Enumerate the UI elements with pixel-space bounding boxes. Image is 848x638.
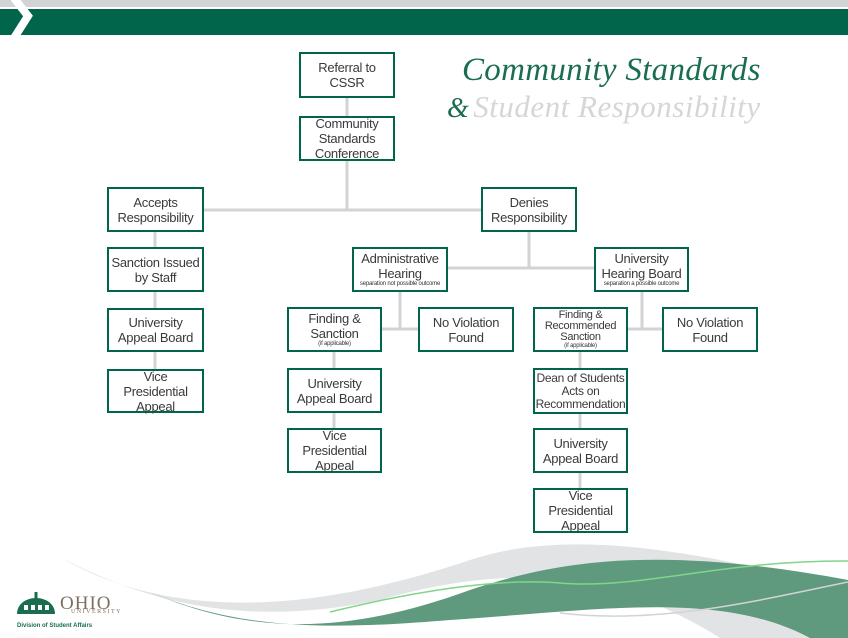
node-label: Referral to CSSR xyxy=(318,60,376,90)
node-finding-recommended-sanction: Finding & Recommended Sanction (if applic… xyxy=(533,307,628,352)
node-vp-appeal-accepts: Vice Presidential Appeal xyxy=(107,368,204,414)
node-vp-appeal-admin: Vice Presidential Appeal xyxy=(287,428,382,473)
node-label: University Appeal Board xyxy=(296,375,373,406)
node-note: separation not possible outcome xyxy=(359,281,441,287)
node-university-hearing-board: University Hearing Board separation a pos… xyxy=(594,247,689,292)
node-note: (if applicable) xyxy=(318,341,351,347)
node-denies-responsibility: Denies Responsibility xyxy=(481,187,577,232)
node-label: Accepts Responsibility xyxy=(117,194,194,225)
node-label: Administrative Hearing xyxy=(361,251,439,281)
node-label: Dean of Students Acts on Recommendation xyxy=(535,370,626,411)
node-label: Denies Responsibility xyxy=(490,194,567,225)
node-administrative-hearing: Administrative Hearing separation not pos… xyxy=(352,247,448,292)
node-referral-to-cssr: Referral to CSSR xyxy=(299,52,395,98)
node-label: University Hearing Board xyxy=(601,251,682,281)
node-dean-of-students: Dean of Students Acts on Recommendation xyxy=(533,368,628,414)
node-university-appeal-board-board: University Appeal Board xyxy=(533,428,628,473)
node-vp-appeal-board: Vice Presidential Appeal xyxy=(533,488,628,533)
node-no-violation-admin: No Violation Found xyxy=(418,307,514,352)
node-label: Vice Presidential Appeal xyxy=(302,428,367,473)
node-sanction-issued-by-staff: Sanction Issued by Staff xyxy=(107,247,204,292)
node-label: No Violation Found xyxy=(432,314,500,345)
node-university-appeal-board-admin: University Appeal Board xyxy=(287,368,382,413)
node-accepts-responsibility: Accepts Responsibility xyxy=(107,187,204,232)
ohio-university-logo-icon xyxy=(17,592,55,614)
node-label: Vice Presidential Appeal xyxy=(548,488,613,533)
node-note: separation a possible outcome xyxy=(603,281,680,287)
division-label: Division of Student Affairs xyxy=(17,623,93,629)
node-label: University Appeal Board xyxy=(542,435,619,466)
node-no-violation-board: No Violation Found xyxy=(662,307,758,352)
node-community-standards-conference: Community Standards Conference xyxy=(299,116,395,161)
node-note: (if applicable) xyxy=(564,342,597,349)
node-label: Finding & Recommended Sanction xyxy=(544,308,617,343)
node-label: No Violation Found xyxy=(676,314,744,345)
node-label: Sanction Issued by Staff xyxy=(111,254,200,285)
node-label: Finding & Sanction xyxy=(308,311,361,341)
node-university-appeal-board-accepts: University Appeal Board xyxy=(107,308,204,352)
node-finding-and-sanction: Finding & Sanction (if applicable) xyxy=(287,307,382,352)
decorative-wave xyxy=(60,544,848,638)
university-wordmark: UNIVERSITY xyxy=(71,609,122,615)
node-label: University Appeal Board xyxy=(117,315,194,345)
node-label: Community Standards Conference xyxy=(314,116,380,161)
node-label: Vice Presidential Appeal xyxy=(123,368,188,414)
